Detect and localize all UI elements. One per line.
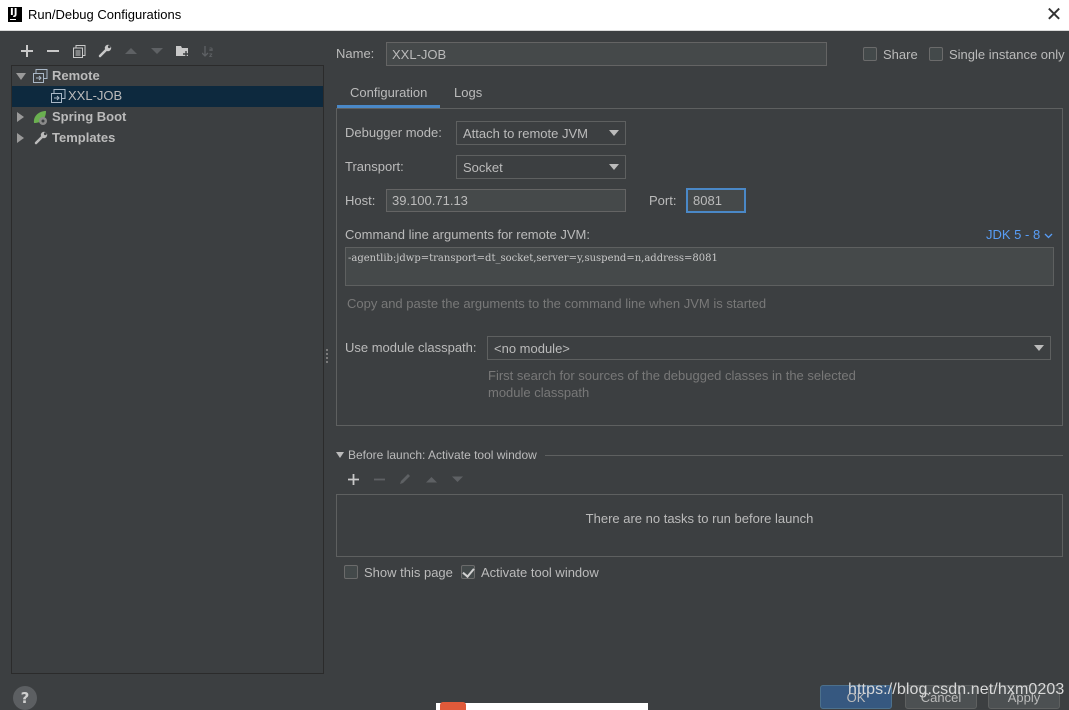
spring-boot-icon <box>33 111 47 125</box>
taskbar-app-icon <box>440 702 466 710</box>
host-label: Host: <box>345 193 376 208</box>
configurations-tree: Remote XXL-JOB Spring Boot Templates <box>11 65 324 674</box>
tree-item-spring-boot[interactable]: Spring Boot <box>12 107 323 128</box>
name-input[interactable]: XXL-JOB <box>386 42 827 66</box>
module-classpath-label: Use module classpath: <box>345 340 477 355</box>
empty-tasks-message: There are no tasks to run before launch <box>585 511 814 526</box>
debugger-mode-label: Debugger mode: <box>345 125 442 140</box>
transport-select[interactable]: Socket <box>456 155 626 179</box>
title-bar: IJ Run/Debug Configurations ✕ <box>0 0 1069 31</box>
help-icon[interactable]: ? <box>13 686 37 710</box>
tree-item-xxl-job[interactable]: XXL-JOB <box>12 86 323 107</box>
remote-config-icon <box>51 89 66 103</box>
wrench-icon <box>34 131 48 145</box>
chevron-down-icon <box>1044 233 1053 238</box>
tab-configuration[interactable]: Configuration <box>350 85 427 100</box>
window-title: Run/Debug Configurations <box>28 7 182 22</box>
move-up-icon[interactable] <box>418 469 444 489</box>
remove-icon[interactable] <box>40 41 66 61</box>
chevron-down-icon <box>1034 345 1044 351</box>
module-hint-line-1: First search for sources of the debugged… <box>488 368 856 383</box>
remote-icon <box>33 69 48 83</box>
collapse-arrow-icon[interactable] <box>17 112 24 122</box>
before-launch-separator <box>545 455 1063 456</box>
collapse-arrow-icon[interactable] <box>336 452 344 458</box>
tree-label-spring-boot: Spring Boot <box>52 109 127 124</box>
move-down-icon[interactable] <box>444 469 470 489</box>
before-launch-task-list[interactable]: There are no tasks to run before launch <box>336 494 1063 557</box>
configurations-toolbar: az <box>14 41 222 61</box>
intellij-app-icon: IJ <box>8 7 22 22</box>
sort-icon[interactable]: az <box>196 41 222 61</box>
wrench-icon[interactable] <box>92 41 118 61</box>
close-icon[interactable]: ✕ <box>1043 4 1065 26</box>
cmdline-label: Command line arguments for remote JVM: <box>345 227 590 242</box>
single-instance-checkbox[interactable] <box>929 47 943 61</box>
svg-text:z: z <box>209 52 213 58</box>
port-input[interactable]: 8081 <box>686 188 746 213</box>
module-classpath-value: <no module> <box>494 340 570 356</box>
host-input[interactable]: 39.100.71.13 <box>386 189 626 212</box>
chevron-down-icon <box>609 164 619 170</box>
tree-item-templates[interactable]: Templates <box>12 128 323 149</box>
tree-label-xxl-job: XXL-JOB <box>68 88 123 103</box>
tree-item-remote[interactable]: Remote <box>12 66 323 87</box>
before-launch-toolbar <box>340 470 470 488</box>
jdk-version-text: JDK 5 - 8 <box>986 227 1041 242</box>
copy-icon[interactable] <box>66 41 92 61</box>
show-page-checkbox[interactable] <box>344 565 358 579</box>
port-label: Port: <box>649 193 677 208</box>
before-launch-title: Before launch: Activate tool window <box>348 448 537 462</box>
jdk-version-link[interactable]: JDK 5 - 8 <box>986 227 1053 242</box>
chevron-down-icon <box>609 130 619 136</box>
cmdline-args-field[interactable]: -agentlib:jdwp=transport=dt_socket,serve… <box>345 247 1054 286</box>
debugger-mode-value: Attach to remote JVM <box>463 125 588 141</box>
watermark-text: https://blog.csdn.net/hxm0203 <box>848 681 1065 698</box>
activate-tool-window-label: Activate tool window <box>481 565 599 580</box>
splitter-handle[interactable] <box>326 349 328 363</box>
debugger-mode-select[interactable]: Attach to remote JVM <box>456 121 626 145</box>
move-up-icon[interactable] <box>118 41 144 61</box>
collapse-arrow-icon[interactable] <box>17 133 24 143</box>
transport-value: Socket <box>463 159 503 175</box>
add-task-icon[interactable] <box>340 469 366 489</box>
add-icon[interactable] <box>14 41 40 61</box>
share-label: Share <box>883 47 918 62</box>
tree-label-remote: Remote <box>52 68 100 83</box>
module-hint-line-2: module classpath <box>488 385 590 400</box>
tree-label-templates: Templates <box>52 130 116 145</box>
edit-task-icon[interactable] <box>392 469 418 489</box>
name-label: Name: <box>336 46 375 61</box>
single-instance-label: Single instance only <box>949 47 1065 62</box>
tab-logs[interactable]: Logs <box>454 85 482 100</box>
new-folder-icon[interactable] <box>170 41 196 61</box>
move-down-icon[interactable] <box>144 41 170 61</box>
module-classpath-select[interactable]: <no module> <box>487 336 1051 360</box>
transport-label: Transport: <box>345 159 404 174</box>
cmdline-hint: Copy and paste the arguments to the comm… <box>347 296 767 311</box>
expand-arrow-icon[interactable] <box>16 73 26 80</box>
show-page-label: Show this page <box>364 565 453 580</box>
remove-task-icon[interactable] <box>366 469 392 489</box>
activate-tool-window-checkbox[interactable] <box>461 565 475 579</box>
share-checkbox[interactable] <box>863 47 877 61</box>
taskbar-strip <box>436 703 648 710</box>
